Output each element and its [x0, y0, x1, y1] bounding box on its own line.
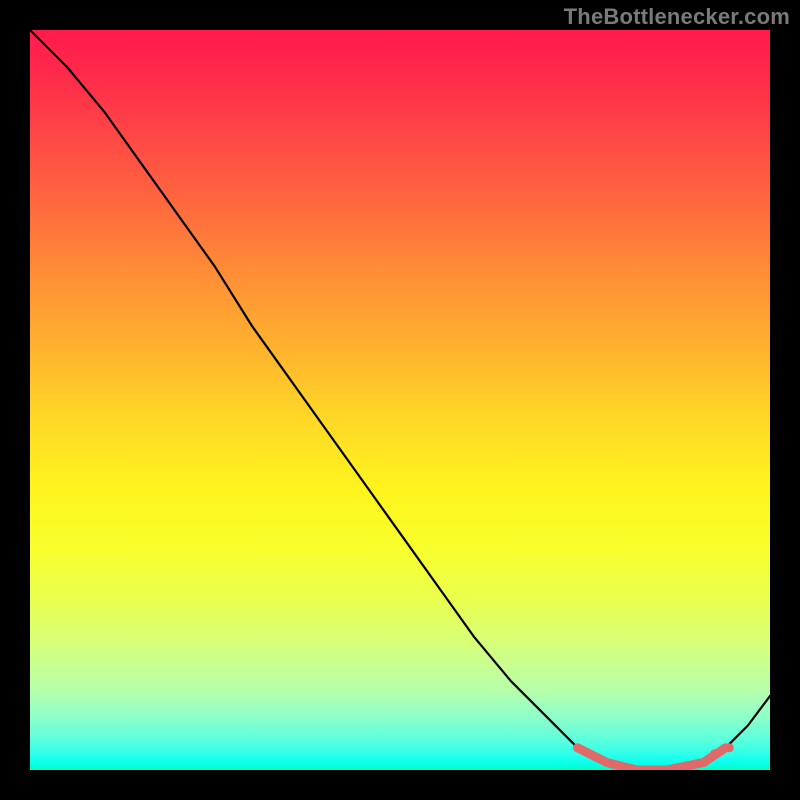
- optimal-range-dot: [725, 743, 734, 752]
- chart-stage: TheBottlenecker.com: [0, 0, 800, 800]
- bottleneck-curve: [30, 30, 770, 770]
- plot-svg: [30, 30, 770, 770]
- optimal-range-line: [578, 748, 726, 770]
- optimal-range-dot: [710, 749, 719, 758]
- watermark-text: TheBottlenecker.com: [564, 4, 790, 30]
- plot-area: [30, 30, 770, 770]
